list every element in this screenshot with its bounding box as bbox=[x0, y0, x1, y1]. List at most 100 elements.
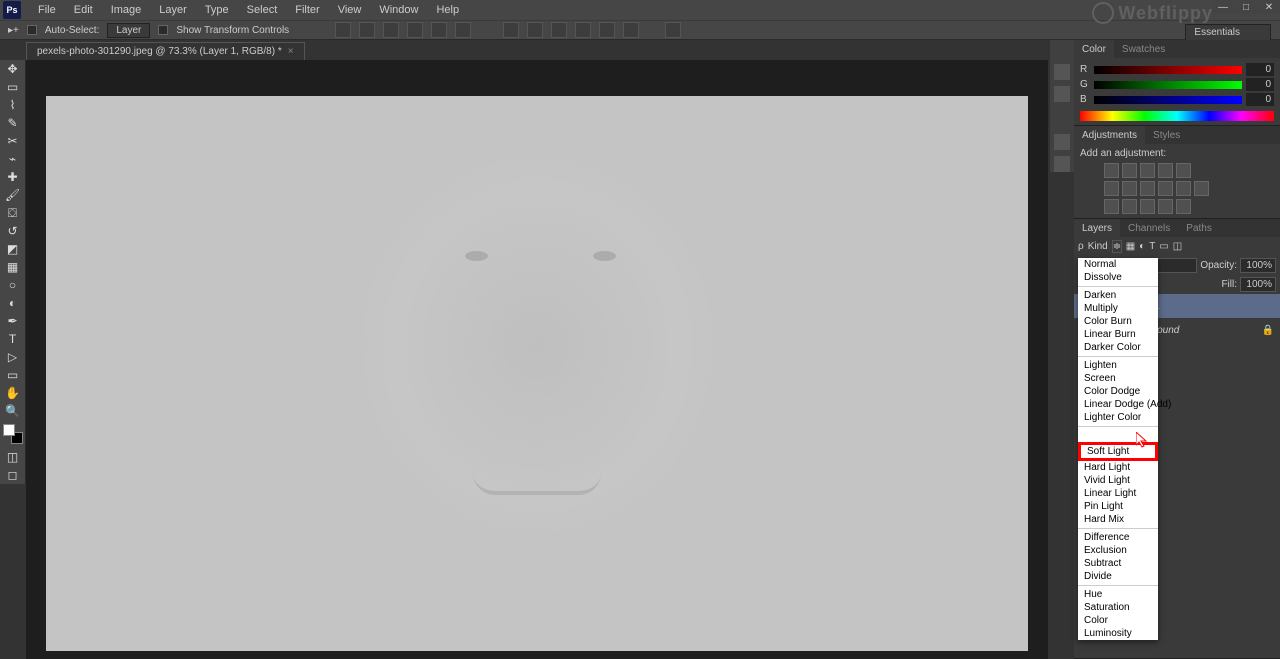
blend-option[interactable]: Normal bbox=[1078, 258, 1158, 271]
eyedropper-tool[interactable]: ⌁ bbox=[0, 150, 25, 168]
vibrance-icon[interactable] bbox=[1176, 163, 1191, 178]
r-slider[interactable] bbox=[1094, 66, 1242, 74]
filter-smart-icon[interactable]: ◫ bbox=[1173, 241, 1182, 252]
filter-adjust-icon[interactable]: ◐ bbox=[1139, 241, 1145, 252]
color-swatches[interactable] bbox=[0, 424, 25, 448]
type-tool[interactable]: T bbox=[0, 330, 25, 348]
blend-option[interactable]: Vivid Light bbox=[1078, 474, 1158, 487]
distribute-icon[interactable] bbox=[575, 22, 591, 38]
blend-option[interactable]: Darker Color bbox=[1078, 341, 1158, 354]
document-canvas[interactable] bbox=[46, 96, 1028, 651]
lookup-icon[interactable] bbox=[1194, 181, 1209, 196]
minimize-button[interactable]: — bbox=[1212, 0, 1234, 14]
menu-view[interactable]: View bbox=[329, 4, 371, 16]
menu-layer[interactable]: Layer bbox=[150, 4, 196, 16]
blur-tool[interactable]: ○ bbox=[0, 276, 25, 294]
threshold-icon[interactable] bbox=[1140, 199, 1155, 214]
tab-adjustments[interactable]: Adjustments bbox=[1074, 126, 1145, 144]
distribute-icon[interactable] bbox=[623, 22, 639, 38]
move-tool[interactable]: ✥ bbox=[0, 60, 25, 78]
brightness-icon[interactable] bbox=[1104, 163, 1119, 178]
menu-image[interactable]: Image bbox=[102, 4, 151, 16]
history-brush-tool[interactable]: ↺ bbox=[0, 222, 25, 240]
r-value[interactable]: 0 bbox=[1246, 63, 1274, 76]
gradient-map-icon[interactable] bbox=[1158, 199, 1173, 214]
blend-option[interactable]: Divide bbox=[1078, 570, 1158, 583]
filter-pixel-icon[interactable]: ▦ bbox=[1126, 241, 1135, 252]
g-value[interactable]: 0 bbox=[1246, 78, 1274, 91]
opacity-value[interactable]: 100% bbox=[1240, 258, 1276, 273]
bw-icon[interactable] bbox=[1140, 181, 1155, 196]
blend-option[interactable]: Saturation bbox=[1078, 601, 1158, 614]
document-tab[interactable]: pexels-photo-301290.jpeg @ 73.3% (Layer … bbox=[26, 42, 305, 60]
blend-option[interactable]: Color bbox=[1078, 614, 1158, 627]
menu-select[interactable]: Select bbox=[238, 4, 287, 16]
filter-type-icon[interactable]: T bbox=[1149, 241, 1155, 252]
channel-mixer-icon[interactable] bbox=[1176, 181, 1191, 196]
photo-filter-icon[interactable] bbox=[1158, 181, 1173, 196]
selective-color-icon[interactable] bbox=[1176, 199, 1191, 214]
blend-option[interactable]: Multiply bbox=[1078, 302, 1158, 315]
hue-bar[interactable] bbox=[1080, 111, 1274, 121]
tab-layers[interactable]: Layers bbox=[1074, 219, 1120, 237]
curves-icon[interactable] bbox=[1140, 163, 1155, 178]
close-tab-icon[interactable]: × bbox=[288, 46, 294, 57]
menu-file[interactable]: File bbox=[29, 4, 65, 16]
blend-option[interactable]: Linear Dodge (Add) bbox=[1078, 398, 1158, 411]
tab-paths[interactable]: Paths bbox=[1178, 219, 1220, 237]
invert-icon[interactable] bbox=[1104, 199, 1119, 214]
tab-styles[interactable]: Styles bbox=[1145, 126, 1188, 144]
filter-shape-icon[interactable]: ▭ bbox=[1159, 241, 1168, 252]
blend-option[interactable]: Hard Light bbox=[1078, 461, 1158, 474]
history-icon[interactable] bbox=[1054, 64, 1070, 80]
blend-option[interactable]: Luminosity bbox=[1078, 627, 1158, 640]
auto-select-dropdown[interactable]: Layer bbox=[107, 23, 150, 38]
gradient-tool[interactable]: ▦ bbox=[0, 258, 25, 276]
blend-option[interactable]: Dissolve bbox=[1078, 271, 1158, 284]
blend-option[interactable]: Linear Light bbox=[1078, 487, 1158, 500]
exposure-icon[interactable] bbox=[1158, 163, 1173, 178]
fill-value[interactable]: 100% bbox=[1240, 277, 1276, 292]
posterize-icon[interactable] bbox=[1122, 199, 1137, 214]
menu-type[interactable]: Type bbox=[196, 4, 238, 16]
blend-option[interactable]: Pin Light bbox=[1078, 500, 1158, 513]
lasso-tool[interactable]: ⌇ bbox=[0, 96, 25, 114]
blend-option[interactable]: Exclusion bbox=[1078, 544, 1158, 557]
blend-option[interactable]: Lighter Color bbox=[1078, 411, 1158, 424]
blend-option[interactable]: Lighten bbox=[1078, 359, 1158, 372]
align-center-v-icon[interactable] bbox=[431, 22, 447, 38]
tab-channels[interactable]: Channels bbox=[1120, 219, 1178, 237]
marquee-tool[interactable]: ▭ bbox=[0, 78, 25, 96]
quick-select-tool[interactable]: ✎ bbox=[0, 114, 25, 132]
menu-help[interactable]: Help bbox=[427, 4, 468, 16]
zoom-tool[interactable]: 🔍 bbox=[0, 402, 25, 420]
actions-icon[interactable] bbox=[1054, 86, 1070, 102]
pen-tool[interactable]: ✒ bbox=[0, 312, 25, 330]
tab-swatches[interactable]: Swatches bbox=[1114, 40, 1173, 58]
distribute-icon[interactable] bbox=[527, 22, 543, 38]
menu-filter[interactable]: Filter bbox=[286, 4, 328, 16]
paragraph-icon[interactable] bbox=[1054, 156, 1070, 172]
auto-select-checkbox[interactable] bbox=[27, 25, 37, 35]
stamp-tool[interactable]: ⛋ bbox=[0, 204, 25, 222]
shape-tool[interactable]: ▭ bbox=[0, 366, 25, 384]
crop-tool[interactable]: ✂ bbox=[0, 132, 25, 150]
blend-option[interactable]: Color Dodge bbox=[1078, 385, 1158, 398]
distribute-icon[interactable] bbox=[599, 22, 615, 38]
blend-option[interactable]: Hard Mix bbox=[1078, 513, 1158, 526]
close-button[interactable]: ✕ bbox=[1258, 0, 1280, 14]
workspace-dropdown[interactable]: Essentials bbox=[1185, 24, 1271, 41]
blend-option[interactable]: Linear Burn bbox=[1078, 328, 1158, 341]
blend-option[interactable]: Screen bbox=[1078, 372, 1158, 385]
align-bottom-icon[interactable] bbox=[455, 22, 471, 38]
b-value[interactable]: 0 bbox=[1246, 93, 1274, 106]
hue-sat-icon[interactable] bbox=[1104, 181, 1119, 196]
b-slider[interactable] bbox=[1094, 96, 1242, 104]
levels-icon[interactable] bbox=[1122, 163, 1137, 178]
quick-mask-icon[interactable]: ◫ bbox=[0, 448, 25, 466]
blend-option[interactable]: Darken bbox=[1078, 289, 1158, 302]
color-balance-icon[interactable] bbox=[1122, 181, 1137, 196]
healing-tool[interactable]: ✚ bbox=[0, 168, 25, 186]
align-left-icon[interactable] bbox=[335, 22, 351, 38]
dodge-tool[interactable]: ◐ bbox=[0, 294, 25, 312]
